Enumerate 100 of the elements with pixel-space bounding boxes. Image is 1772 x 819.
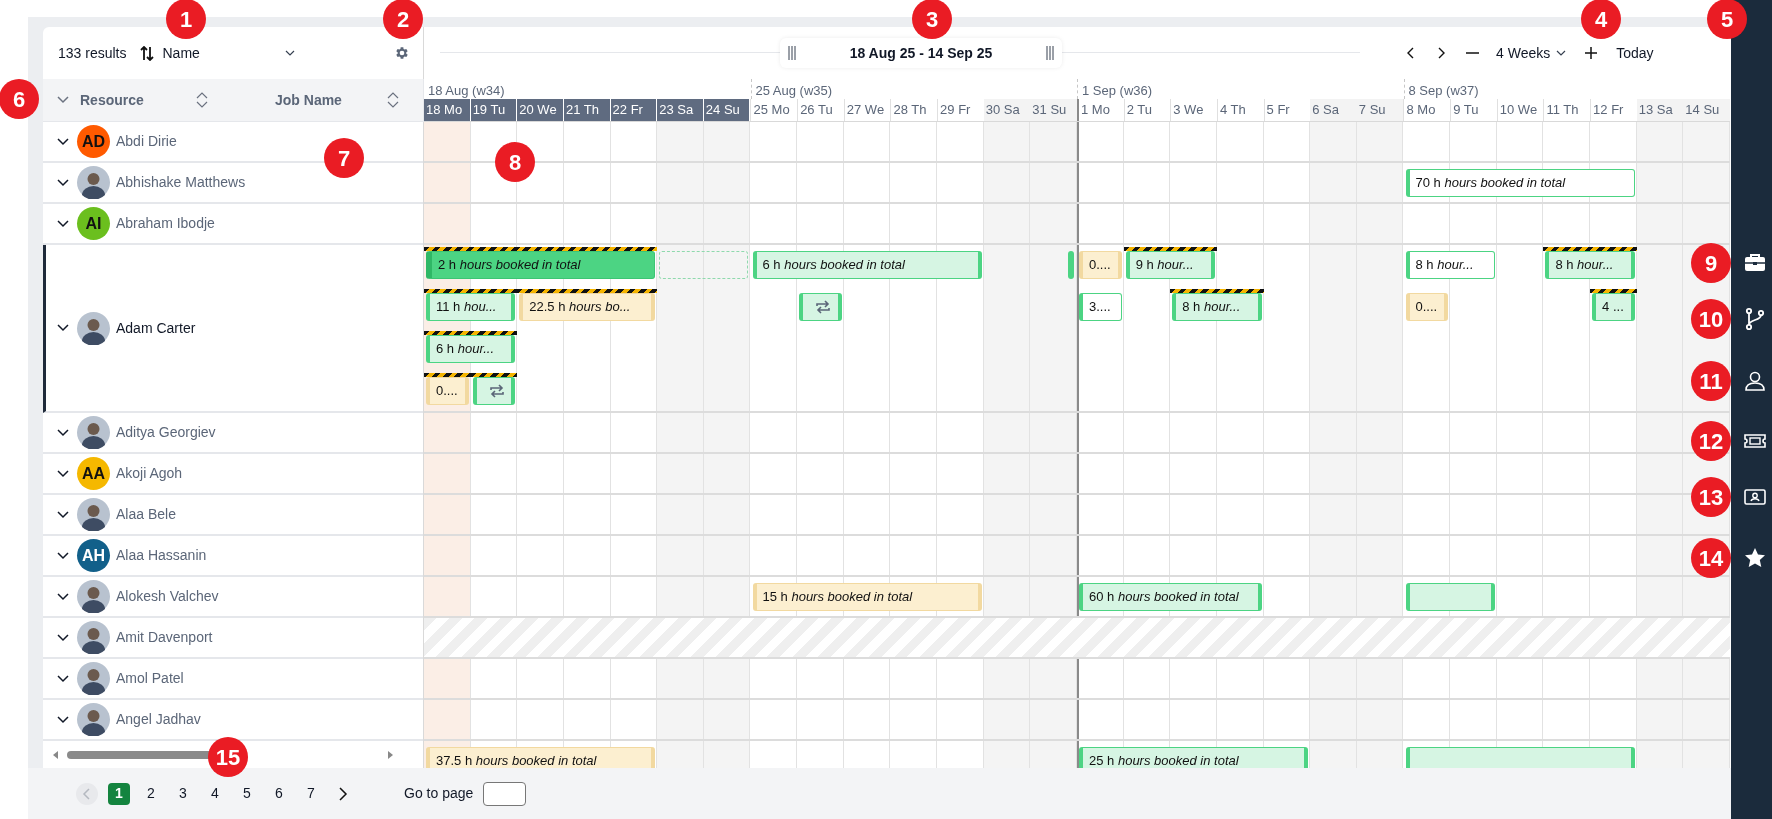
booking-bar[interactable]: 8 h hour...	[1405, 251, 1495, 279]
day-header: 8 Mo	[1403, 99, 1451, 121]
day-header: 30 Sa	[983, 99, 1031, 121]
booking-bar[interactable]: 0....	[1079, 251, 1122, 279]
avatar: AA	[77, 457, 110, 490]
resource-name: Alaa Bele	[116, 505, 176, 524]
day-header: 31 Su	[1030, 99, 1077, 121]
day-header: 26 Tu	[797, 99, 844, 121]
chevron-down-icon[interactable]	[57, 674, 69, 683]
branch-icon[interactable]	[1743, 307, 1767, 331]
resource-row[interactable]: AH Alaa Hassanin	[43, 536, 423, 577]
resource-name: Abdi Dirie	[116, 132, 177, 151]
booking-bar[interactable]: 25 h hours booked in total	[1079, 747, 1309, 768]
page-number[interactable]: 3	[172, 782, 194, 805]
booking-bar[interactable]: 8 h hour...	[1545, 251, 1635, 279]
booking-bar[interactable]: 0....	[426, 377, 469, 405]
resource-row[interactable]: Amit Davenport	[43, 618, 423, 659]
chevron-down-icon[interactable]	[57, 715, 69, 724]
chevron-down-icon[interactable]	[57, 324, 69, 332]
callout-badge: 2	[383, 0, 423, 39]
booking-bar[interactable]: 11 h hou...	[426, 293, 516, 321]
booking-bar[interactable]: 9 h hour...	[1125, 251, 1215, 279]
booking-bar[interactable]: 0....	[1405, 293, 1449, 321]
resource-row[interactable]: Alokesh Valchev	[43, 577, 423, 618]
booking-bar[interactable]: 22.5 h hours bo...	[519, 293, 656, 321]
grip-icon[interactable]	[1046, 46, 1054, 60]
booking-bar[interactable]: 4 ...	[1592, 293, 1635, 321]
booking-bar[interactable]: 2 h hours booked in total	[426, 251, 656, 279]
go-to-page-label: Go to page	[404, 784, 474, 803]
day-header: 2 Tu	[1123, 99, 1171, 121]
resource-row[interactable]: Amol Patel	[43, 659, 423, 700]
resource-row[interactable]: Angel Jadhav	[43, 700, 423, 741]
chevron-down-icon[interactable]	[57, 428, 69, 437]
chevron-down-icon[interactable]	[57, 510, 69, 519]
booking-bar[interactable]: 60 h hours booked in total	[1079, 583, 1262, 611]
avatar	[77, 703, 110, 736]
column-header[interactable]: Job Name	[275, 89, 387, 111]
chevron-down-icon[interactable]	[57, 592, 69, 601]
resource-row[interactable]: Alaa Bele	[43, 495, 423, 536]
recurring-booking[interactable]	[472, 377, 516, 405]
page-number[interactable]: 6	[268, 782, 290, 805]
day-header: 28 Th	[890, 99, 938, 121]
booking-bar[interactable]: 15 h hours booked in total	[752, 583, 982, 611]
page-number[interactable]: 5	[236, 782, 258, 805]
day-header: 21 Th	[563, 99, 611, 121]
day-header: 24 Su	[703, 99, 751, 121]
person-icon[interactable]	[1743, 369, 1767, 393]
chevron-down-icon[interactable]	[57, 633, 69, 642]
day-header: 19 Tu	[470, 99, 518, 121]
page-input[interactable]	[483, 781, 527, 806]
day-header: 3 We	[1170, 99, 1217, 121]
sort-dropdown[interactable]: Name	[140, 42, 296, 64]
sort-icon[interactable]	[196, 91, 208, 109]
next-page-icon[interactable]	[336, 785, 350, 802]
resource-row[interactable]: Aditya Georgiev	[43, 413, 423, 454]
date-range-button[interactable]: 18 Aug 25 - 14 Sep 25	[780, 38, 1062, 68]
callout-badge: 6	[0, 79, 39, 119]
booking-bar[interactable]: 6 h hours booked in total	[752, 251, 982, 279]
page-number[interactable]: 2	[140, 782, 162, 805]
day-header: 22 Fr	[610, 99, 658, 121]
day-header: 23 Sa	[657, 99, 704, 121]
resource-row[interactable]: AI Abraham Ibodje	[43, 204, 423, 245]
period-dropdown[interactable]: 4 Weeks	[1496, 42, 1567, 64]
grip-icon[interactable]	[788, 46, 796, 60]
sort-icon[interactable]	[387, 91, 399, 109]
avatar: AH	[77, 539, 110, 572]
column-header[interactable]: Resource	[80, 89, 196, 111]
booking-marker[interactable]	[1068, 251, 1074, 279]
day-header: 20 We	[517, 99, 564, 121]
today-button[interactable]: Today	[1616, 42, 1654, 64]
page-number[interactable]: 4	[204, 782, 226, 805]
day-header: 6 Sa	[1310, 99, 1357, 121]
resource-name: Aditya Georgiev	[116, 423, 216, 442]
resource-name: Angel Jadhav	[116, 710, 201, 729]
booking-bar[interactable]: 70 h hours booked in total	[1405, 169, 1635, 197]
chevron-down-icon[interactable]	[57, 137, 69, 146]
page-number[interactable]: 1	[108, 782, 130, 805]
booking-bar[interactable]: 37.5 h hours booked in total	[426, 747, 656, 768]
chevron-down-icon[interactable]	[57, 219, 69, 228]
recurring-booking[interactable]	[799, 293, 842, 321]
day-header: 27 We	[843, 99, 891, 121]
day-header: 18 Mo	[424, 99, 471, 121]
day-header: 4 Th	[1216, 99, 1264, 121]
resource-name: Abhishake Matthews	[116, 173, 246, 192]
resource-row[interactable]: AA Akoji Agoh	[43, 454, 423, 495]
star-icon[interactable]	[1743, 546, 1767, 570]
booking-bar[interactable]: 6 h hour...	[426, 335, 516, 363]
booking-bar[interactable]: 8 h hour...	[1172, 293, 1262, 321]
booking-bar[interactable]: 3....	[1079, 293, 1122, 321]
resource-name: Adam Carter	[116, 318, 196, 338]
chevron-down-icon[interactable]	[57, 551, 69, 560]
resource-name: Abraham Ibodje	[116, 214, 215, 233]
sort-icon	[140, 45, 155, 61]
avatar	[77, 166, 110, 199]
resource-name: Alaa Hassanin	[116, 546, 207, 565]
avatar	[77, 621, 110, 654]
chevron-down-icon[interactable]	[57, 178, 69, 187]
page-number[interactable]: 7	[300, 782, 322, 805]
chevron-down-icon[interactable]	[57, 469, 69, 478]
settings-icon[interactable]	[394, 45, 410, 61]
